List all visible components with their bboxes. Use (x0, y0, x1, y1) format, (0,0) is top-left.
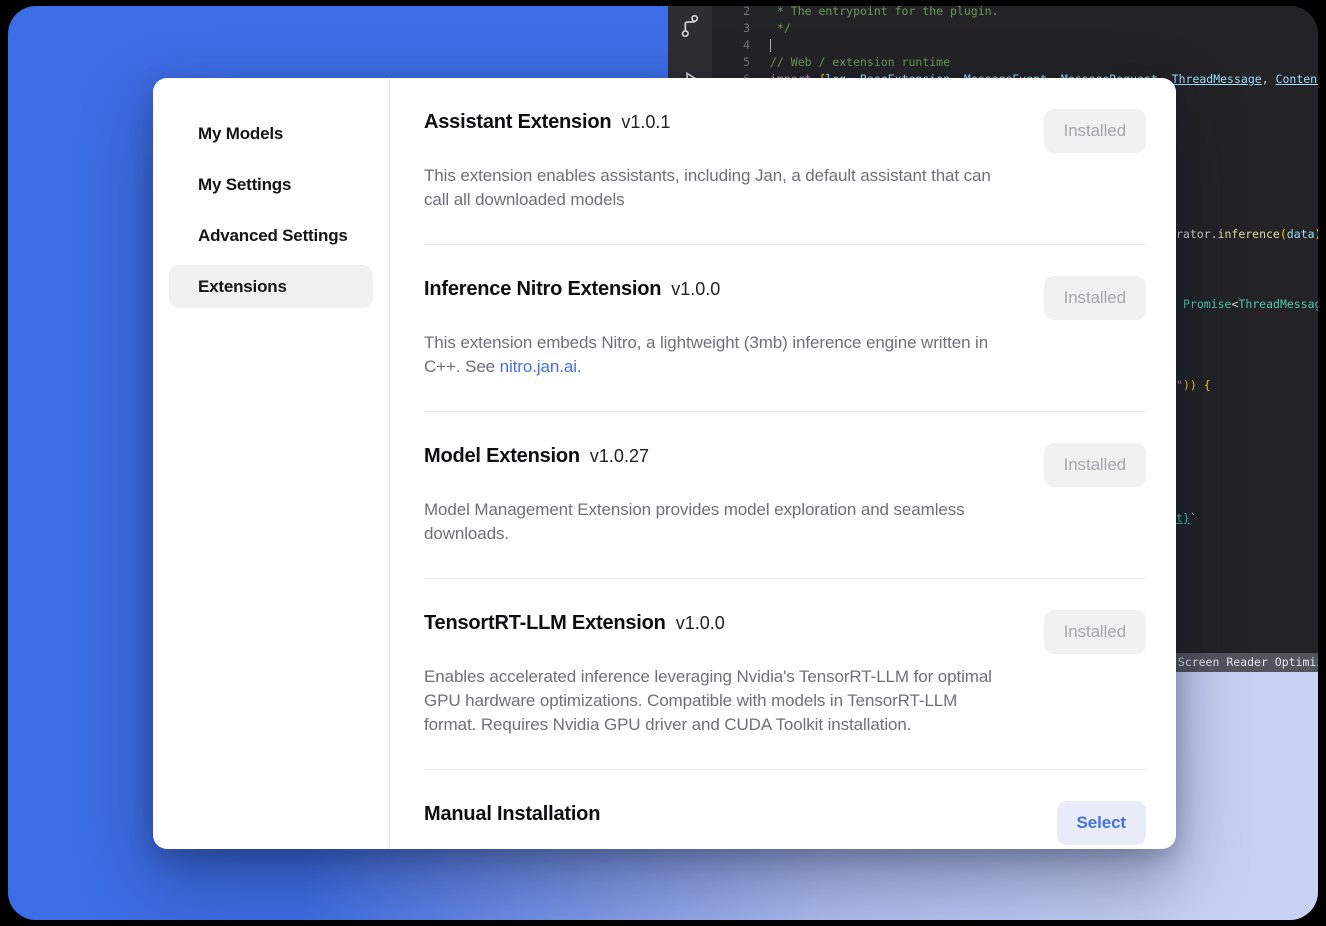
code-fragment: ")) { (1176, 377, 1211, 394)
code-fragment: Promise<ThreadMessage> (1183, 296, 1318, 313)
extension-row-assistant-extension: Assistant Extension v1.0.1 Installed This e… (424, 78, 1146, 245)
extension-title: TensortRT-LLM Extension (424, 612, 666, 634)
sidebar-item-my-settings[interactable]: My Settings (169, 163, 373, 206)
extension-title: Assistant Extension (424, 111, 611, 133)
code-line: 5// Web / extension runtime (712, 54, 1318, 71)
extension-title: Inference Nitro Extension (424, 278, 661, 300)
app-window: 2 * The entrypoint for the plugin.3 */45… (8, 6, 1318, 920)
code-fragment: rator.inference(data)); (1176, 226, 1318, 243)
code-fragment: t}` (1176, 510, 1197, 527)
extension-version: v1.0.1 (621, 112, 670, 132)
text-cursor (770, 39, 771, 52)
settings-modal: My Models My Settings Advanced Settings Ext… (153, 78, 1176, 849)
extension-version: v1.0.0 (671, 279, 720, 299)
extension-row-model-extension: Model Extension v1.0.27 Installed Model Man… (424, 412, 1146, 579)
sidebar-item-my-models[interactable]: My Models (169, 112, 373, 155)
sidebar-item-advanced-settings[interactable]: Advanced Settings (169, 214, 373, 257)
extension-link[interactable]: nitro.jan.ai. (500, 357, 582, 376)
installed-button[interactable]: Installed (1044, 109, 1146, 153)
extension-title: Manual Installation (424, 803, 600, 825)
extension-description: Enables accelerated inference leveraging… (424, 665, 1002, 737)
screen-reader-badge[interactable]: Screen Reader Optimized (1170, 653, 1318, 672)
installed-button[interactable]: Installed (1044, 610, 1146, 654)
extension-description: Model Management Extension provides mode… (424, 498, 1002, 546)
extension-description: This extension embeds Nitro, a lightweig… (424, 331, 1002, 379)
extension-version: v1.0.27 (590, 446, 649, 466)
modal-sidebar: My Models My Settings Advanced Settings Ext… (153, 78, 390, 849)
extension-row-tensortrt-llm-extension: TensortRT-LLM Extension v1.0.0 Installed En… (424, 579, 1146, 770)
installed-button[interactable]: Installed (1044, 276, 1146, 320)
installed-button[interactable]: Installed (1044, 443, 1146, 487)
code-lines: 2 * The entrypoint for the plugin.3 */45… (712, 6, 1318, 88)
code-line: 2 * The entrypoint for the plugin. (712, 6, 1318, 20)
code-line: 3 */ (712, 20, 1318, 37)
select-button[interactable]: Select (1057, 801, 1147, 845)
source-control-icon[interactable] (676, 12, 704, 43)
extension-title: Model Extension (424, 445, 580, 467)
extensions-list: Assistant Extension v1.0.1 Installed This e… (390, 78, 1176, 849)
extension-row-inference-nitro-extension: Inference Nitro Extension v1.0.0 Installed… (424, 245, 1146, 412)
extension-description: This extension enables assistants, inclu… (424, 164, 1002, 212)
extension-row-manual-installation: Manual InstallationSelectSelect an exten… (424, 770, 1146, 849)
extension-version: v1.0.0 (676, 613, 725, 633)
sidebar-item-extensions[interactable]: Extensions (169, 265, 373, 308)
code-line: 4 (712, 37, 1318, 54)
